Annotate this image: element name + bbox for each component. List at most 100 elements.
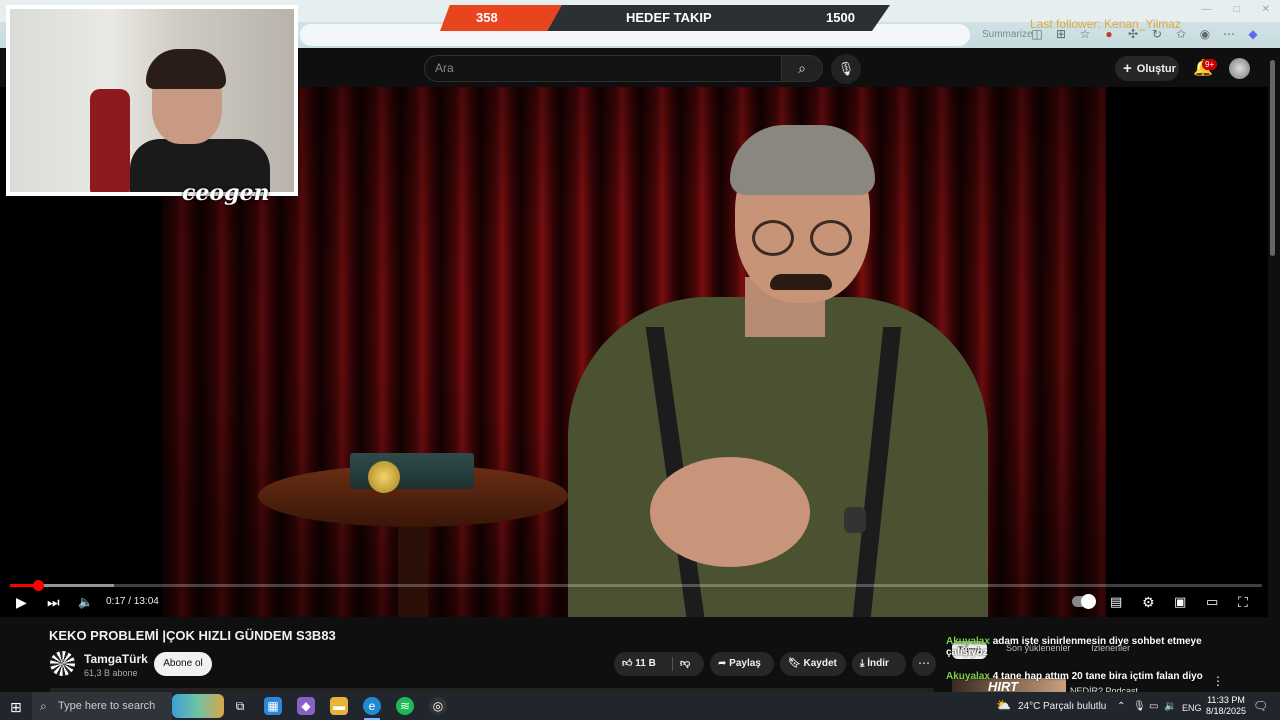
windows-start-icon[interactable]: ⊞ — [10, 699, 22, 716]
save-button[interactable]: 🔖︎ Kaydet — [780, 652, 846, 676]
chat-text: 4 tane hap attım 20 tane bira içtim fala… — [992, 671, 1203, 682]
download-button[interactable]: ⤓ İndir — [852, 652, 906, 676]
settings-gear-icon[interactable]: ⚙ — [1142, 594, 1155, 610]
goal-fill — [440, 5, 562, 31]
volume-icon[interactable]: 🔈 — [78, 594, 93, 610]
close-icon[interactable]: ✕ — [1262, 4, 1270, 15]
summarize-button[interactable]: Summarize — [982, 29, 1033, 40]
autoplay-toggle[interactable] — [1072, 594, 1096, 609]
file-explorer-icon[interactable]: ▬ — [330, 697, 348, 715]
goal-target: 1500 — [826, 10, 855, 25]
more-dots-icon: ⋯ — [918, 656, 930, 670]
video-medal — [368, 461, 400, 493]
next-icon[interactable]: ⏭ — [47, 594, 60, 610]
fullscreen-icon[interactable]: ⛶ — [1238, 594, 1248, 610]
task-view-icon[interactable]: ⧉ — [231, 697, 249, 715]
video-speaker-mustache — [770, 274, 832, 290]
like-count: 11 B — [635, 658, 656, 669]
search-button[interactable]: ⌕ — [781, 55, 823, 82]
profile-icon[interactable]: ◉ — [1198, 27, 1212, 41]
video-speaker-body — [568, 297, 988, 617]
video-speaker-watch — [844, 507, 866, 533]
store-icon[interactable]: ▦ — [264, 697, 282, 715]
theater-mode-icon[interactable]: ▭ — [1206, 594, 1218, 610]
subscriber-count: 61,3 B abone — [84, 668, 138, 678]
last-follower-text: Last follower: Kenan_Yilmaz — [1030, 17, 1181, 31]
play-icon[interactable]: ▶ — [16, 594, 27, 610]
minimize-icon[interactable]: — — [1202, 4, 1212, 15]
create-button[interactable]: + Oluştur — [1115, 56, 1179, 81]
video-speaker-glasses-right — [810, 220, 852, 256]
chat-message: Akuyalax 4 tane hap attım 20 tane bira i… — [946, 671, 1246, 682]
search-icon: ⌕ — [40, 699, 47, 713]
microphone-tray-icon[interactable]: 🎙 — [1133, 701, 1146, 712]
progress-scrubber-handle[interactable] — [32, 580, 44, 591]
edge-browser-icon[interactable]: e — [363, 697, 381, 715]
miniplayer-icon[interactable]: ▣ — [1174, 594, 1186, 610]
notification-center-icon[interactable]: 🗨 — [1253, 699, 1268, 713]
create-label: Oluştur — [1136, 63, 1176, 75]
page-scrollbar[interactable] — [1270, 60, 1275, 256]
obs-icon[interactable]: ◎ — [429, 697, 447, 715]
taskbar-search-placeholder: Type here to search — [58, 700, 156, 712]
webcam-overlay — [6, 5, 298, 196]
follower-goal-bar: 358 HEDEF TAKIP 1500 — [440, 5, 890, 31]
tray-overflow-icon[interactable]: ⌃ — [1117, 701, 1125, 712]
subtitles-icon[interactable]: ▤ — [1110, 594, 1122, 610]
search-icon: ⌕ — [798, 60, 806, 76]
like-dislike-group: 👍︎ 11 B 👎︎ — [614, 652, 704, 676]
microphone-icon: 🎙 — [837, 61, 855, 76]
speaker-icon[interactable]: 🔉 — [1164, 701, 1176, 712]
window-controls: — □ ✕ — [1202, 4, 1270, 15]
notification-badge: 9+ — [1202, 59, 1218, 70]
channel-avatar[interactable] — [50, 651, 75, 676]
autoplay-knob — [1081, 594, 1096, 609]
share-button[interactable]: ➦ Paylaş — [710, 652, 774, 676]
share-label: Paylaş — [729, 658, 761, 669]
search-highlight-image[interactable] — [172, 694, 224, 718]
taskbar-search[interactable]: ⌕ Type here to search — [32, 692, 172, 720]
video-speaker-glasses-left — [752, 220, 794, 256]
screen: Summarize ◫ ⊞ ☆ ● ✣ ↻ ✩ ◉ ⋯ ◆ — □ ✕ Ara … — [0, 0, 1280, 720]
video-table-leg — [398, 527, 428, 617]
clock-time: 11:33 PM — [1207, 695, 1245, 705]
spotify-icon[interactable]: ≋ — [396, 697, 414, 715]
goal-current: 358 — [476, 10, 498, 25]
clock-date: 8/18/2025 — [1205, 706, 1247, 716]
voice-search-button[interactable]: 🎙 — [831, 54, 861, 84]
goal-label: HEDEF TAKIP — [626, 10, 712, 25]
channel-name[interactable]: TamgaTürk — [84, 652, 148, 666]
taskbar-clock[interactable]: 11:33 PM 8/18/2025 — [1204, 695, 1248, 717]
dislike-button[interactable]: 👎︎ — [680, 652, 690, 676]
copilot-icon[interactable]: ◆ — [1246, 27, 1260, 41]
webcam-chair — [90, 89, 130, 192]
plus-icon: + — [1123, 60, 1132, 77]
video-speaker-hair — [730, 125, 875, 195]
save-label: Kaydet — [803, 658, 837, 669]
webcam-streamer — [130, 49, 270, 192]
chat-message: Akuyalax adam işte sinirlenmesin diye so… — [946, 636, 1246, 658]
chat-username: Akuyalax — [946, 671, 990, 682]
menu-dots-icon[interactable]: ⋯ — [1222, 27, 1236, 41]
thumbs-up-icon: 👍︎ — [622, 658, 633, 669]
copilot-app-icon[interactable]: ◆ — [297, 697, 315, 715]
bookmark-icon: 🔖︎ — [788, 658, 801, 669]
thumbs-down-icon: 👎︎ — [680, 658, 691, 669]
subscribe-button[interactable]: Abone ol — [154, 652, 212, 676]
like-divider — [672, 657, 673, 671]
like-button[interactable]: 👍︎ 11 B — [614, 652, 670, 676]
search-input[interactable]: Ara — [424, 55, 782, 82]
time-display: 0:17 / 13:04 — [106, 596, 159, 607]
temperature[interactable]: 24°C — [1018, 701, 1040, 712]
weather-text[interactable]: Parçalı bulutlu — [1043, 701, 1106, 712]
weather-icon[interactable]: ⛅ — [996, 698, 1011, 712]
avatar[interactable] — [1229, 58, 1250, 79]
more-actions-button[interactable]: ⋯ — [912, 652, 936, 676]
network-icon[interactable]: ▭ — [1149, 701, 1158, 712]
download-icon: ⤓ — [860, 658, 865, 669]
input-language[interactable]: ENG — [1182, 703, 1202, 713]
progress-bar[interactable] — [10, 584, 1262, 587]
maximize-icon[interactable]: □ — [1234, 4, 1240, 15]
chat-username: Akuyalax — [946, 636, 990, 647]
webcam-feed — [10, 9, 294, 192]
